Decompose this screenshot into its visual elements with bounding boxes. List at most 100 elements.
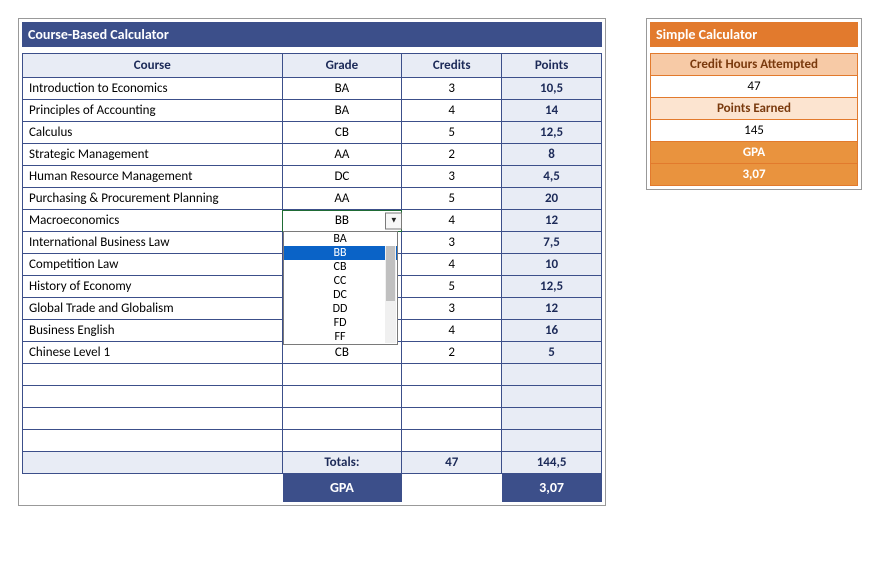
course-calculator-card: Course-Based Calculator Course Grade Cre… bbox=[18, 18, 606, 506]
credits-cell[interactable]: 3 bbox=[402, 166, 502, 188]
credits-cell[interactable] bbox=[402, 430, 502, 452]
grade-cell[interactable]: AA bbox=[282, 144, 402, 166]
points-cell bbox=[502, 364, 602, 386]
totals-points: 144,5 bbox=[502, 452, 602, 474]
course-cell[interactable]: History of Economy bbox=[23, 276, 283, 298]
course-cell[interactable]: Chinese Level 1 bbox=[23, 342, 283, 364]
credits-cell[interactable]: 3 bbox=[402, 298, 502, 320]
grade-dropdown-option[interactable]: FF bbox=[284, 330, 397, 344]
table-header-row: Course Grade Credits Points bbox=[23, 54, 602, 78]
grade-value: CB bbox=[335, 125, 349, 140]
credits-cell[interactable]: 3 bbox=[402, 232, 502, 254]
grade-cell[interactable] bbox=[282, 364, 402, 386]
credit-hours-label: Credit Hours Attempted bbox=[651, 54, 857, 76]
grade-cell[interactable]: BA bbox=[282, 78, 402, 100]
grade-dropdown-option[interactable]: BB bbox=[284, 246, 397, 260]
grade-value: DC bbox=[334, 169, 349, 184]
grade-dropdown-list[interactable]: BABBCBCCDCDDFDFF bbox=[283, 231, 398, 345]
table-row bbox=[23, 430, 602, 452]
credits-cell[interactable]: 4 bbox=[402, 254, 502, 276]
table-row bbox=[23, 386, 602, 408]
course-cell[interactable] bbox=[23, 408, 283, 430]
table-row: Purchasing & Procurement PlanningAA520 bbox=[23, 188, 602, 210]
points-cell bbox=[502, 408, 602, 430]
points-cell: 12,5 bbox=[502, 276, 602, 298]
points-earned-label: Points Earned bbox=[651, 98, 857, 120]
points-cell: 20 bbox=[502, 188, 602, 210]
grade-dropdown-option[interactable]: CC bbox=[284, 274, 397, 288]
header-points: Points bbox=[502, 54, 602, 78]
course-cell[interactable] bbox=[23, 364, 283, 386]
table-row bbox=[23, 408, 602, 430]
table-row: Principles of AccountingBA414 bbox=[23, 100, 602, 122]
course-cell[interactable]: International Business Law bbox=[23, 232, 283, 254]
course-cell[interactable]: Introduction to Economics bbox=[23, 78, 283, 100]
credits-cell[interactable] bbox=[402, 408, 502, 430]
grade-dropdown-option[interactable]: FD bbox=[284, 316, 397, 330]
grade-value: AA bbox=[334, 147, 349, 162]
grade-value: BB bbox=[335, 213, 349, 228]
credits-cell[interactable]: 2 bbox=[402, 144, 502, 166]
grade-dropdown-option[interactable]: CB bbox=[284, 260, 397, 274]
grade-dropdown-option[interactable]: DC bbox=[284, 288, 397, 302]
credits-cell[interactable]: 5 bbox=[402, 276, 502, 298]
table-row: Strategic Management AA 28 bbox=[23, 144, 602, 166]
course-cell[interactable] bbox=[23, 386, 283, 408]
credits-cell[interactable]: 4 bbox=[402, 210, 502, 232]
grade-cell[interactable] bbox=[282, 430, 402, 452]
points-cell: 12 bbox=[502, 298, 602, 320]
grade-cell[interactable]: BA bbox=[282, 100, 402, 122]
points-cell bbox=[502, 430, 602, 452]
credit-hours-value[interactable]: 47 bbox=[651, 76, 857, 98]
course-cell[interactable]: Macroeconomics bbox=[23, 210, 283, 232]
totals-credits: 47 bbox=[402, 452, 502, 474]
course-table: Course Grade Credits Points Introduction… bbox=[22, 53, 602, 502]
credits-cell[interactable]: 2 bbox=[402, 342, 502, 364]
credits-cell[interactable]: 5 bbox=[402, 188, 502, 210]
credits-cell[interactable]: 5 bbox=[402, 122, 502, 144]
gpa-label: GPA bbox=[282, 474, 402, 502]
simple-gpa-value: 3,07 bbox=[651, 164, 857, 185]
totals-label: Totals: bbox=[282, 452, 402, 474]
grade-cell[interactable]: DC bbox=[282, 166, 402, 188]
course-cell[interactable] bbox=[23, 430, 283, 452]
credits-cell[interactable] bbox=[402, 386, 502, 408]
points-cell: 10,5 bbox=[502, 78, 602, 100]
course-cell[interactable]: Strategic Management bbox=[23, 144, 283, 166]
course-cell[interactable]: Business English bbox=[23, 320, 283, 342]
grade-cell[interactable] bbox=[282, 386, 402, 408]
course-cell[interactable]: Global Trade and Globalism bbox=[23, 298, 283, 320]
course-cell[interactable]: Human Resource Management bbox=[23, 166, 283, 188]
grade-cell[interactable]: BB▼BABBCBCCDCDDFDFF bbox=[282, 210, 402, 232]
course-cell[interactable]: Principles of Accounting bbox=[23, 100, 283, 122]
grade-value: CB bbox=[335, 345, 349, 360]
points-cell: 16 bbox=[502, 320, 602, 342]
grade-cell[interactable] bbox=[282, 408, 402, 430]
points-earned-value[interactable]: 145 bbox=[651, 120, 857, 142]
credits-cell[interactable]: 4 bbox=[402, 100, 502, 122]
credits-cell[interactable]: 4 bbox=[402, 320, 502, 342]
simple-gpa-label: GPA bbox=[651, 142, 857, 164]
dropdown-scrollbar[interactable] bbox=[385, 246, 396, 343]
header-grade: Grade bbox=[282, 54, 402, 78]
totals-row: Totals: 47 144,5 bbox=[23, 452, 602, 474]
grade-value: BA bbox=[335, 81, 349, 96]
points-cell: 12 bbox=[502, 210, 602, 232]
course-cell[interactable]: Competition Law bbox=[23, 254, 283, 276]
dropdown-scrollbar-thumb[interactable] bbox=[386, 246, 395, 301]
table-row: MacroeconomicsBB▼BABBCBCCDCDDFDFF412 bbox=[23, 210, 602, 232]
points-cell: 8 bbox=[502, 144, 602, 166]
grade-dropdown-option[interactable]: BA bbox=[284, 232, 397, 246]
points-cell: 4,5 bbox=[502, 166, 602, 188]
grade-dropdown-button[interactable]: ▼ bbox=[385, 212, 402, 229]
grade-value: BA bbox=[335, 103, 349, 118]
grade-cell[interactable]: CB bbox=[282, 122, 402, 144]
course-calculator-title: Course-Based Calculator bbox=[22, 22, 602, 47]
course-cell[interactable]: Calculus bbox=[23, 122, 283, 144]
grade-cell[interactable]: AA bbox=[282, 188, 402, 210]
credits-cell[interactable]: 3 bbox=[402, 78, 502, 100]
course-cell[interactable]: Purchasing & Procurement Planning bbox=[23, 188, 283, 210]
credits-cell[interactable] bbox=[402, 364, 502, 386]
simple-calculator-title: Simple Calculator bbox=[650, 22, 858, 47]
grade-dropdown-option[interactable]: DD bbox=[284, 302, 397, 316]
